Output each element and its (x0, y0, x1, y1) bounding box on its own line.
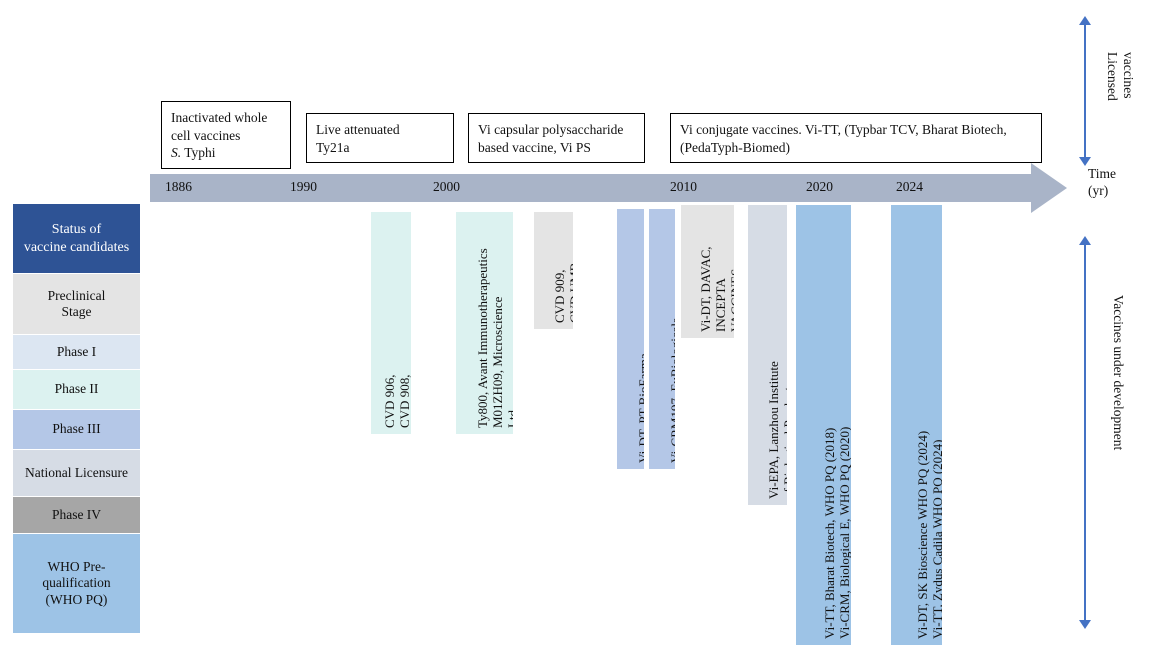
legend-item-label: National Licensure (24, 464, 129, 480)
development-bar-label: INCEPTA (713, 278, 728, 332)
development-bar-label: Ltd (505, 409, 513, 428)
era-box-line: based vaccine, Vi PS (478, 139, 591, 155)
legend-item-national-licensure: National Licensure (13, 450, 140, 497)
legend-item-label: Phase III (52, 421, 101, 437)
development-bar-cvd-906-908: CVD 906,CVD 908,CVD 908 htrA, CVD UMB (371, 212, 411, 434)
development-bar-label: M01ZH09, Microscience (490, 296, 505, 428)
development-bar-label: Vi-DT, PT BioFarma, (636, 350, 644, 463)
development-bar-label: VACCINES (728, 268, 734, 332)
legend-item-label: Preclinical Stage (47, 287, 106, 319)
legend-item-preclinical-stage: Preclinical Stage (13, 274, 140, 335)
double-arrow-icon-licensed-vaccines (1079, 16, 1091, 166)
era-box-vi-conjugate: Vi conjugate vaccines. Vi-TT, (Typbar TC… (670, 113, 1042, 164)
development-bar-label: CVD UMB (566, 262, 574, 323)
axis-tick-2020: 2020 (806, 179, 833, 194)
side-annotation-label-licensed-vaccines: Licensed (1105, 52, 1120, 101)
development-bar-label: CVD 908, (396, 374, 412, 428)
development-bar-vi-crm197-eubiologicals: Vi-CRM197, EuBiologicals (649, 209, 675, 469)
era-box-vi-capsular-polysaccharide: Vi capsular polysaccharide based vaccine,… (468, 113, 645, 164)
legend-item-label: Status of vaccine candidates (23, 222, 130, 255)
development-bar-vi-dt-davac-incepta: Vi-DT, DAVAC, INCEPTA VACCINES (681, 205, 734, 338)
development-bar-label: Vi-EPA, Lanzhou Institute (765, 361, 781, 499)
era-box-line: Inactivated whole (171, 110, 268, 125)
legend-item-phase-iii: Phase III (13, 410, 140, 450)
development-bar-cvd-909: CVD 909, CVD UMB (534, 212, 573, 329)
axis-tick-1886: 1886 (165, 179, 192, 194)
axis-tick-2000: 2000 (433, 179, 460, 194)
development-bar-vi-dt-sk-vi-tt-zydus: Vi-DT, SK Bioscience WHO PQ (2024) Vi-TT,… (891, 205, 942, 645)
development-bar-label: Vi-CRM, Biological E, WHO PQ (2020) (836, 426, 852, 639)
era-box-line: cell vaccines (171, 127, 241, 143)
era-box-line: Live attenuated (316, 122, 400, 137)
legend-item-label: Phase IV (51, 506, 102, 522)
development-bar-label: Vi-DT, SK Bioscience WHO PQ (2024) (914, 430, 930, 639)
development-bar-label: CVD 909, (551, 269, 567, 323)
development-bar-vi-epa-lanzhou: Vi-EPA, Lanzhou Institute of Biological P… (748, 205, 787, 505)
time-axis-label-line1: Time (1088, 166, 1117, 181)
development-bar-label: of Biological Products (780, 382, 788, 499)
development-bar-ty800-avant: Ty800, Avant Immunotherapeutics M01ZH09, … (456, 212, 513, 434)
axis-tick-2010: 2010 (670, 179, 697, 194)
time-axis-label: Time (yr) (1088, 166, 1116, 200)
development-bar-label: Vi-TT, Bharat Biotech, WHO PQ (2018) (821, 427, 837, 639)
axis-tick-2024: 2024 (896, 179, 923, 194)
legend-item-status-of-vaccine-candidates: Status of vaccine candidates (13, 204, 140, 274)
legend-item-phase-iv: Phase IV (13, 497, 140, 534)
legend-item-phase-i: Phase I (13, 335, 140, 370)
era-box-live-attenuated: Live attenuated Ty21a (306, 113, 454, 164)
development-bar-label: Ty800, Avant Immunotherapeutics (475, 248, 490, 428)
legend-item-label: Phase II (54, 381, 99, 397)
development-bar-label: CVD 906, (381, 374, 397, 428)
development-bar-vi-dt-ptbiofarma: Vi-DT, PT BioFarma, (617, 209, 644, 469)
development-bar-label: Vi-TT, Zydus Cadila WHO PQ (2024) (929, 439, 943, 640)
development-bar-label: Vi-CRM197, EuBiologicals (667, 317, 676, 463)
double-arrow-icon-vaccines-under-development (1079, 236, 1091, 629)
era-box-line: Vi conjugate vaccines. Vi-TT, (Typbar TC… (680, 122, 1007, 137)
time-axis-label-line2: (yr) (1088, 182, 1109, 198)
era-box-line: Vi capsular polysaccharide (478, 122, 624, 137)
era-box-line: S. Typhi (171, 145, 216, 161)
legend-status-of-vaccine-candidates: Status of vaccine candidates Preclinical St… (13, 204, 140, 634)
era-box-line: (PedaTyph-Biomed) (680, 139, 791, 155)
era-box-inactivated-whole-cell: Inactivated whole cell vaccines S. Typhi (161, 101, 291, 169)
legend-item-phase-ii: Phase II (13, 370, 140, 410)
time-axis-arrowhead-icon (1031, 163, 1067, 213)
figure-canvas: Inactivated whole cell vaccines S. Typhi Li… (0, 0, 1153, 666)
side-annotation-label-vaccines-under-development: Vaccines under development (1111, 295, 1126, 451)
legend-item-who-pre-qualification-who-pq: WHO Pre-qualification (WHO PQ) (13, 534, 140, 634)
legend-item-label: WHO Pre-qualification (WHO PQ) (42, 558, 111, 607)
side-annotation-label-licensed-vaccines: vaccines (1121, 52, 1136, 99)
era-box-line: Ty21a (316, 139, 350, 155)
development-bar-vi-tt-bharat-vi-crm-biological-e: Vi-TT, Bharat Biotech, WHO PQ (2018) Vi-C… (796, 205, 851, 645)
axis-tick-1990: 1990 (290, 179, 317, 194)
development-bar-label: Vi-DT, DAVAC, (698, 246, 713, 332)
legend-item-label: Phase I (56, 343, 97, 359)
